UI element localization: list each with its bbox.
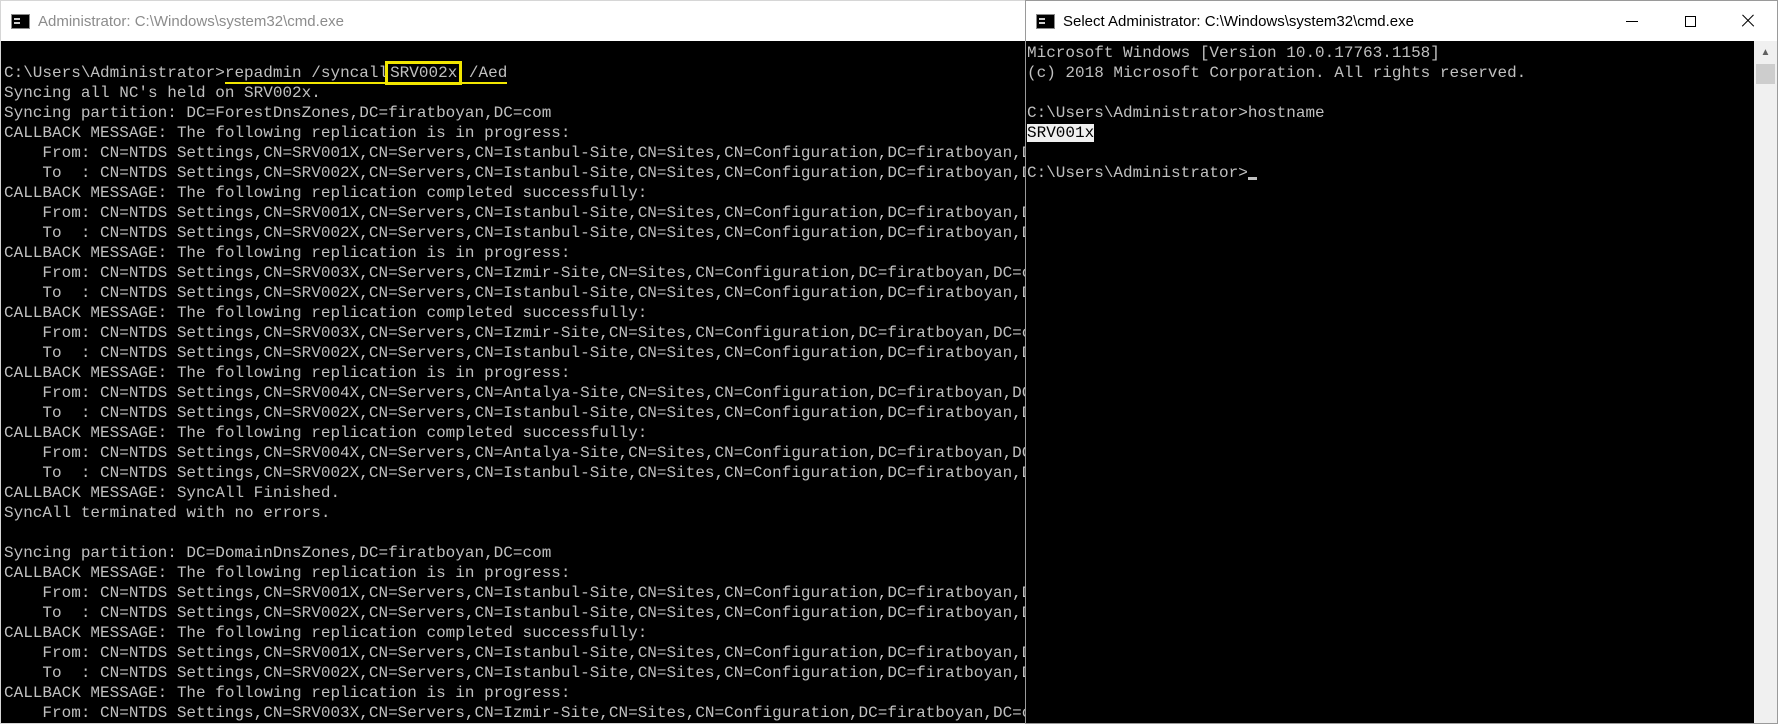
scroll-thumb[interactable] xyxy=(1756,64,1775,84)
console-line: From: CN=NTDS Settings,CN=SRV001X,CN=Ser… xyxy=(4,584,1025,602)
console-line: To : CN=NTDS Settings,CN=SRV002X,CN=Serv… xyxy=(4,664,1025,682)
hostname-output-line: SRV001x xyxy=(1027,123,1754,143)
console-line: CALLBACK MESSAGE: The following replicat… xyxy=(4,624,648,642)
console-line: CALLBACK MESSAGE: The following replicat… xyxy=(4,184,648,202)
window-title: Administrator: C:\Windows\system32\cmd.e… xyxy=(38,12,344,30)
minimize-icon xyxy=(1626,20,1638,22)
output-lines: Microsoft Windows [Version 10.0.17763.11… xyxy=(1027,43,1754,123)
console-line: To : CN=NTDS Settings,CN=SRV002X,CN=Serv… xyxy=(4,224,1025,242)
console-line: From: CN=NTDS Settings,CN=SRV004X,CN=Ser… xyxy=(4,384,1025,402)
text-cursor xyxy=(1247,177,1257,180)
output-lines: Syncing all NC's held on SRV002x. Syncing… xyxy=(4,83,1025,723)
console-line: CALLBACK MESSAGE: The following replicat… xyxy=(4,304,648,322)
console-line: From: CN=NTDS Settings,CN=SRV001X,CN=Ser… xyxy=(4,644,1025,662)
console-line: CALLBACK MESSAGE: The following replicat… xyxy=(4,364,571,382)
prompt: C:\Users\Administrator> xyxy=(4,64,225,82)
close-button[interactable] xyxy=(1719,1,1777,41)
console-line: CALLBACK MESSAGE: The following replicat… xyxy=(4,424,648,442)
console-line: To : CN=NTDS Settings,CN=SRV002X,CN=Serv… xyxy=(4,344,1025,362)
window-title: Select Administrator: C:\Windows\system3… xyxy=(1063,12,1414,30)
console-line: To : CN=NTDS Settings,CN=SRV002X,CN=Serv… xyxy=(4,464,1025,482)
console-line: To : CN=NTDS Settings,CN=SRV002X,CN=Serv… xyxy=(4,284,1025,302)
console-output[interactable]: Microsoft Windows [Version 10.0.17763.11… xyxy=(1026,41,1754,723)
console-line: From: CN=NTDS Settings,CN=SRV003X,CN=Ser… xyxy=(4,264,1025,282)
console-output[interactable]: C:\Users\Administrator>repadmin /syncall… xyxy=(1,41,1025,723)
console-line: From: CN=NTDS Settings,CN=SRV004X,CN=Ser… xyxy=(4,444,1025,462)
prompt-line: C:\Users\Administrator> xyxy=(1027,163,1754,183)
cmd-icon xyxy=(1036,13,1055,29)
console-line: CALLBACK MESSAGE: The following replicat… xyxy=(4,244,571,262)
console-line: Syncing partition: DC=ForestDnsZones,DC=… xyxy=(4,104,552,122)
scroll-up-button[interactable]: ▲ xyxy=(1754,41,1777,64)
cmd-window-left[interactable]: Administrator: C:\Windows\system32\cmd.e… xyxy=(0,0,1025,724)
console-line: Microsoft Windows [Version 10.0.17763.11… xyxy=(1027,44,1440,62)
console-line: From: CN=NTDS Settings,CN=SRV001X,CN=Ser… xyxy=(4,144,1025,162)
console-line: From: CN=NTDS Settings,CN=SRV003X,CN=Ser… xyxy=(4,704,1025,722)
cmd-window-right[interactable]: Select Administrator: C:\Windows\system3… xyxy=(1025,0,1778,724)
console-line: Syncing all NC's held on SRV002x. xyxy=(4,84,321,102)
maximize-icon xyxy=(1684,15,1696,27)
command-args: /Aed xyxy=(459,64,508,82)
console-line: CALLBACK MESSAGE: The following replicat… xyxy=(4,684,571,702)
minimize-button[interactable] xyxy=(1603,1,1661,41)
maximize-button[interactable] xyxy=(1661,1,1719,41)
console-line: To : CN=NTDS Settings,CN=SRV002X,CN=Serv… xyxy=(4,404,1025,422)
selected-text[interactable]: SRV001x xyxy=(1027,124,1095,142)
command-text: repadmin /syncall xyxy=(224,64,389,82)
console-line: C:\Users\Administrator>hostname xyxy=(1027,104,1325,122)
vertical-scrollbar[interactable]: ▲ xyxy=(1754,41,1777,723)
console-line: Syncing partition: DC=DomainDnsZones,DC=… xyxy=(4,544,552,562)
close-icon xyxy=(1741,14,1755,28)
command-line: C:\Users\Administrator>repadmin /syncall… xyxy=(4,61,1025,85)
title-bar[interactable]: Administrator: C:\Windows\system32\cmd.e… xyxy=(1,1,1025,41)
console-line: CALLBACK MESSAGE: SyncAll Finished. xyxy=(4,484,341,502)
chevron-up-icon: ▲ xyxy=(1760,47,1771,58)
command-highlight: repadmin /syncall SRV002x /Aed xyxy=(224,61,508,85)
console-line: CALLBACK MESSAGE: The following replicat… xyxy=(4,124,571,142)
console-line: From: CN=NTDS Settings,CN=SRV003X,CN=Ser… xyxy=(4,324,1025,342)
console-line: SyncAll terminated with no errors. xyxy=(4,504,331,522)
console-line: To : CN=NTDS Settings,CN=SRV002X,CN=Serv… xyxy=(4,604,1025,622)
console-line: To : CN=NTDS Settings,CN=SRV002X,CN=Serv… xyxy=(4,164,1025,182)
server-highlight: SRV002x xyxy=(385,61,463,85)
prompt: C:\Users\Administrator> xyxy=(1027,164,1248,182)
console-line: From: CN=NTDS Settings,CN=SRV001X,CN=Ser… xyxy=(4,204,1025,222)
console-line: (c) 2018 Microsoft Corporation. All righ… xyxy=(1027,64,1527,82)
console-line: CALLBACK MESSAGE: The following replicat… xyxy=(4,564,571,582)
cmd-icon xyxy=(11,13,30,29)
title-bar[interactable]: Select Administrator: C:\Windows\system3… xyxy=(1026,1,1777,41)
window-controls xyxy=(1603,1,1777,41)
